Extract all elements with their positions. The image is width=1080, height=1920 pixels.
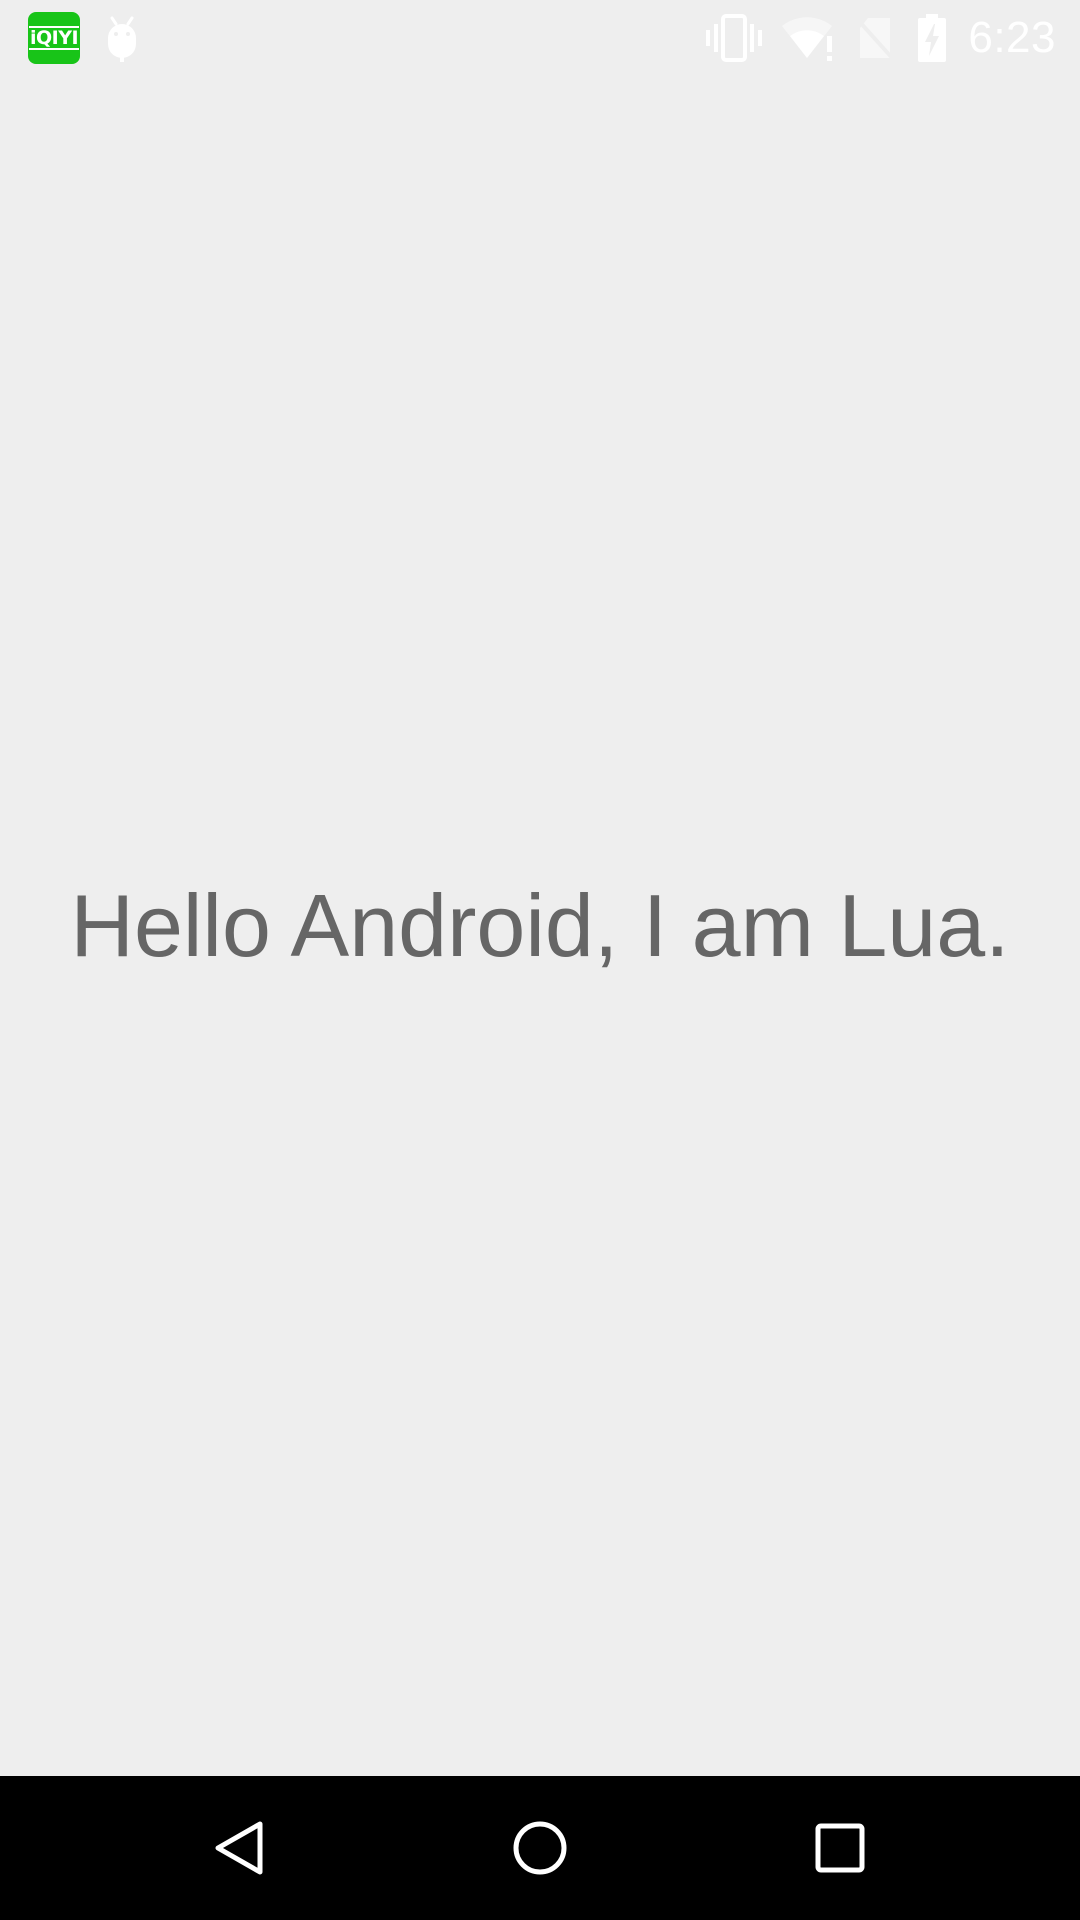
- navigation-bar: [0, 1776, 1080, 1920]
- back-triangle-icon: [215, 1821, 263, 1875]
- status-bar-right: 6:23: [706, 10, 1056, 66]
- recents-button[interactable]: [750, 1776, 930, 1920]
- recents-square-icon: [815, 1823, 865, 1873]
- android-debug-icon: [104, 14, 140, 62]
- hello-message: Hello Android, I am Lua.: [70, 876, 1010, 975]
- main-content: Hello Android, I am Lua.: [0, 76, 1080, 1776]
- iqiyi-app-icon: iQIYI: [28, 12, 80, 64]
- status-clock: 6:23: [968, 13, 1056, 62]
- no-sim-icon: [856, 14, 896, 62]
- wifi-alert-icon: [782, 14, 836, 62]
- home-button[interactable]: [450, 1776, 630, 1920]
- vibrate-icon: [706, 14, 763, 62]
- status-bar-left: iQIYI: [28, 12, 140, 64]
- battery-charging-icon: [916, 14, 948, 62]
- back-button[interactable]: [150, 1776, 330, 1920]
- home-circle-icon: [513, 1821, 567, 1875]
- status-bar: iQIYI 6:23: [0, 0, 1080, 76]
- iqiyi-app-label: iQIYI: [28, 26, 80, 50]
